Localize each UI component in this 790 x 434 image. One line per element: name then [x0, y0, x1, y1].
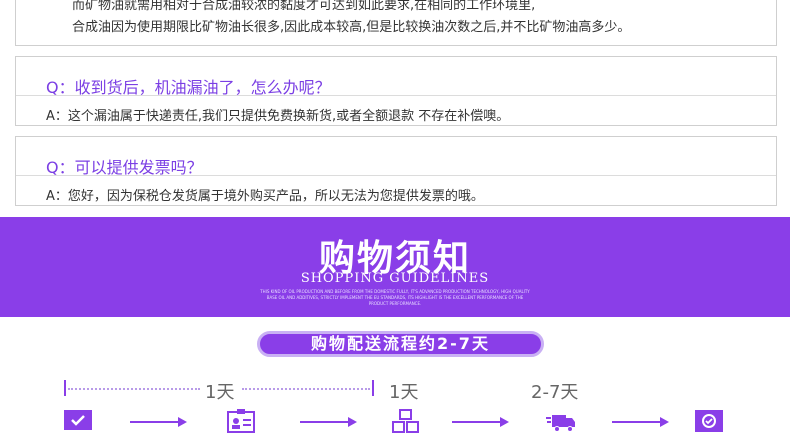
timeline-dotted-line	[242, 388, 370, 390]
faq-question: Q：收到货后，机油漏油了，怎么办呢？	[46, 78, 331, 97]
timeline-start-tick	[64, 380, 66, 396]
faq-question: Q：可以提供发票吗？	[46, 158, 203, 177]
step-arrow	[612, 414, 670, 430]
faq-answer: A：您好，因为保税仓发货属于境外购买产品，所以无法为您提供发票的哦。	[46, 189, 484, 204]
timeline-mid-tick	[372, 380, 374, 396]
warehouse-boxes-icon	[391, 409, 421, 433]
timeline-duration-1: 1天	[205, 382, 235, 403]
delivery-process-label: 购物配送流程约2-7天	[257, 331, 544, 357]
step-arrow	[130, 414, 188, 430]
received-package-icon	[694, 409, 724, 433]
timeline-duration-2: 1天	[389, 382, 419, 403]
shopping-guidelines-banner: 购物须知 SHOPPING GUIDELINES THIS KIND OF OI…	[0, 217, 790, 317]
step-arrow	[300, 414, 358, 430]
faq-item-invoice: Q：可以提供发票吗？ A：您好，因为保税仓发货属于境外购买产品，所以无法为您提供…	[15, 136, 777, 206]
timeline-dotted-line	[68, 388, 200, 390]
timeline-duration-3: 2-7天	[531, 382, 579, 403]
delivery-truck-icon	[546, 409, 576, 433]
faq-item-oil-leak: Q：收到货后，机油漏油了，怎么办呢？ A：这个漏油属于快递责任,我们只提供免费换…	[15, 56, 777, 126]
faq-answer-line-1: 而矿物油就需用相对于合成油较浓的黏度才可达到如此要求,在相同的工作环境里,	[72, 0, 536, 13]
step-arrow	[452, 414, 510, 430]
banner-fine-print: THIS KIND OF OIL PRODUCTION AND BEFORE F…	[260, 289, 530, 306]
faq-answer: A：这个漏油属于快递责任,我们只提供免费换新货,或者全额退款 不存在补偿噢。	[46, 109, 510, 124]
order-check-icon	[63, 409, 93, 433]
banner-subtitle: SHOPPING GUIDELINES	[300, 271, 490, 286]
id-card-icon	[226, 409, 256, 433]
faq-answer-line-2: 合成油因为使用期限比矿物油长很多,因此成本较高,但是比较换油次数之后,并不比矿物…	[72, 20, 631, 35]
faq-item-synthetic-oil: 而矿物油就需用相对于合成油较浓的黏度才可达到如此要求,在相同的工作环境里, 合成…	[15, 0, 777, 46]
